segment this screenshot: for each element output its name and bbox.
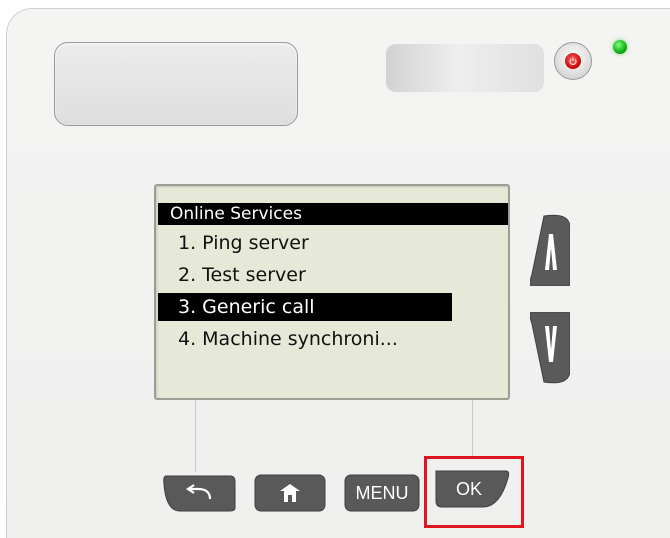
scroll-up-button[interactable] — [529, 214, 571, 287]
power-button[interactable] — [554, 42, 592, 80]
card-tray — [54, 42, 298, 126]
menu-button-label: MENU — [355, 482, 409, 503]
connector-line-right — [472, 400, 473, 456]
home-button[interactable] — [254, 474, 326, 512]
menu-item-generic-call[interactable]: 3. Generic call — [158, 293, 452, 321]
highlight-box — [424, 456, 524, 528]
back-arrow-icon — [186, 484, 212, 500]
menu-item-test-server[interactable]: 2. Test server — [158, 261, 452, 289]
menu-item-ping-server[interactable]: 1. Ping server — [158, 229, 452, 257]
back-button[interactable] — [162, 474, 236, 512]
menu-button[interactable]: MENU — [344, 474, 420, 512]
lcd-screen: Online Services 1. Ping server 2. Test s… — [154, 184, 510, 400]
menu-item-machine-synchronization[interactable]: 4. Machine synchroni... — [158, 325, 452, 353]
power-icon — [565, 53, 581, 69]
card-slot — [386, 44, 544, 92]
home-icon — [280, 484, 300, 502]
connector-line-left — [195, 400, 196, 472]
screen-title: Online Services — [158, 203, 508, 225]
scroll-down-button[interactable] — [529, 311, 571, 384]
status-led — [613, 40, 627, 54]
